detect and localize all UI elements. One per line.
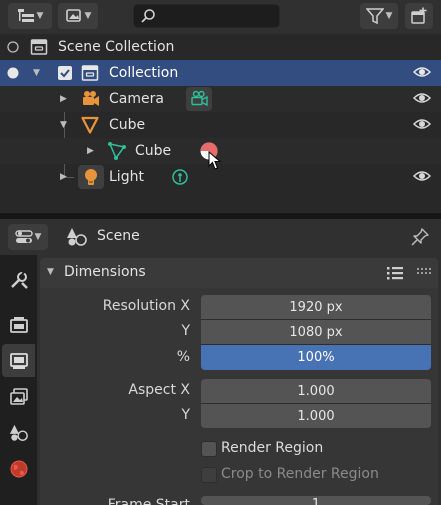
dimensions-panel-header[interactable]: ▼ Dimensions [40, 258, 438, 288]
camera-object-icon [83, 91, 99, 106]
search-icon [141, 9, 155, 23]
crop-to-render-region-label: Crop to Render Region [221, 466, 379, 482]
chevron-down-icon: ▼ [385, 11, 393, 21]
chevron-down-icon: ▼ [34, 232, 42, 242]
mesh-object-icon [81, 116, 99, 134]
light-object-icon [85, 169, 97, 185]
outliner-editor: ▼ ▼ ▼ Scene Collection ▼ Collection ▶ Ca… [0, 0, 441, 213]
view-layer-icon [9, 387, 28, 405]
outliner-row-scene-collection[interactable]: Scene Collection [0, 34, 441, 60]
tab-scene[interactable] [2, 416, 35, 449]
outliner-item-label: Scene Collection [58, 39, 175, 55]
outliner-row-light[interactable]: ▶ Light [0, 164, 441, 190]
properties-editor-icon [14, 230, 33, 243]
outliner-item-label: Collection [109, 65, 179, 81]
exclude-checkbox-icon[interactable] [6, 40, 20, 54]
resolution-x-label: Resolution X [102, 298, 190, 314]
crop-to-render-region-checkbox[interactable] [201, 467, 217, 483]
chevron-down-icon: ▼ [84, 11, 92, 21]
outliner-header: ▼ ▼ ▼ [0, 0, 441, 34]
frame-start-value: 1 [311, 497, 321, 505]
resolution-percent-slider[interactable]: 100% [201, 344, 431, 370]
resolution-y-field[interactable]: 1080 px [201, 319, 431, 344]
panel-title: Dimensions [64, 264, 146, 280]
new-collection-icon [411, 7, 427, 24]
filter-button[interactable]: ▼ [360, 3, 398, 29]
world-icon [10, 460, 27, 477]
outliner-item-label: Light [109, 169, 144, 185]
eye-icon[interactable] [413, 169, 431, 183]
collapse-arrow-icon[interactable]: ▼ [47, 267, 54, 277]
outliner-row-cube-object[interactable]: ▼ Cube [0, 112, 441, 138]
tab-output[interactable] [2, 344, 35, 377]
expand-arrow-icon[interactable]: ▼ [33, 68, 40, 78]
camera-data-button[interactable] [186, 87, 212, 111]
outliner-item-label: Cube [135, 143, 172, 159]
tab-object[interactable] [2, 495, 35, 505]
context-label: Scene [97, 228, 140, 244]
properties-header: ▼ Scene [0, 219, 441, 255]
presets-list-icon[interactable] [386, 265, 404, 281]
resolution-y-label: Y [181, 323, 190, 339]
aspect-y-field[interactable]: 1.000 [201, 403, 431, 428]
resolution-percent-label: % [176, 349, 190, 365]
exclude-checkbox-icon[interactable] [6, 66, 20, 80]
scene-icon [9, 424, 28, 441]
tab-render[interactable] [2, 308, 35, 341]
outliner-row-camera[interactable]: ▶ Camera [0, 86, 441, 112]
mesh-data-icon [108, 142, 126, 160]
eye-icon[interactable] [413, 117, 431, 131]
eye-icon[interactable] [413, 91, 431, 105]
aspect-y-label: Y [181, 407, 190, 423]
tab-tool[interactable] [2, 263, 35, 296]
display-mode-button[interactable]: ▼ [58, 3, 98, 29]
frame-start-label: Frame Start [107, 497, 190, 505]
collection-icon [81, 65, 99, 81]
eye-icon[interactable] [413, 65, 431, 79]
expand-arrow-icon[interactable]: ▶ [60, 172, 67, 182]
search-field[interactable] [133, 4, 280, 28]
scene-collection-icon [30, 39, 48, 55]
aspect-x-field[interactable]: 1.000 [201, 379, 431, 403]
outliner-item-label: Camera [109, 91, 164, 107]
drag-handle-icon[interactable] [416, 267, 432, 277]
filter-icon [365, 8, 384, 24]
editor-type-button[interactable]: ▼ [8, 3, 52, 29]
properties-tabs [0, 255, 37, 505]
light-object-button[interactable] [78, 165, 104, 189]
tab-view-layer[interactable] [2, 380, 35, 413]
camera-data-icon [191, 90, 208, 107]
outliner-row-collection[interactable]: ▼ Collection [0, 60, 441, 86]
outliner-item-label: Cube [109, 117, 146, 133]
expand-arrow-icon[interactable]: ▶ [60, 94, 67, 104]
render-region-checkbox[interactable] [201, 441, 217, 457]
scene-icon [67, 228, 87, 246]
render-region-label: Render Region [221, 440, 324, 456]
render-icon [9, 316, 28, 333]
tab-world[interactable] [2, 452, 35, 485]
outliner-row-cube-mesh[interactable]: ▶ Cube [0, 138, 441, 170]
search-input[interactable] [162, 7, 272, 25]
collapse-arrow-icon[interactable]: ▼ [60, 120, 67, 130]
pin-icon[interactable] [410, 227, 430, 247]
view-layer-icon [65, 9, 81, 22]
expand-arrow-icon[interactable]: ▶ [87, 146, 94, 156]
tool-icon [10, 270, 28, 289]
outliner-editor-icon [17, 9, 34, 22]
chevron-down-icon: ▼ [36, 11, 44, 21]
editor-type-button[interactable]: ▼ [8, 224, 48, 250]
resolution-x-field[interactable]: 1920 px [201, 295, 431, 319]
new-collection-button[interactable] [405, 3, 433, 29]
frame-start-field[interactable]: 1 [201, 496, 431, 505]
output-icon [9, 352, 28, 369]
checkbox-checked-icon[interactable] [57, 65, 73, 81]
aspect-x-label: Aspect X [128, 382, 190, 398]
light-data-icon[interactable] [171, 168, 189, 186]
